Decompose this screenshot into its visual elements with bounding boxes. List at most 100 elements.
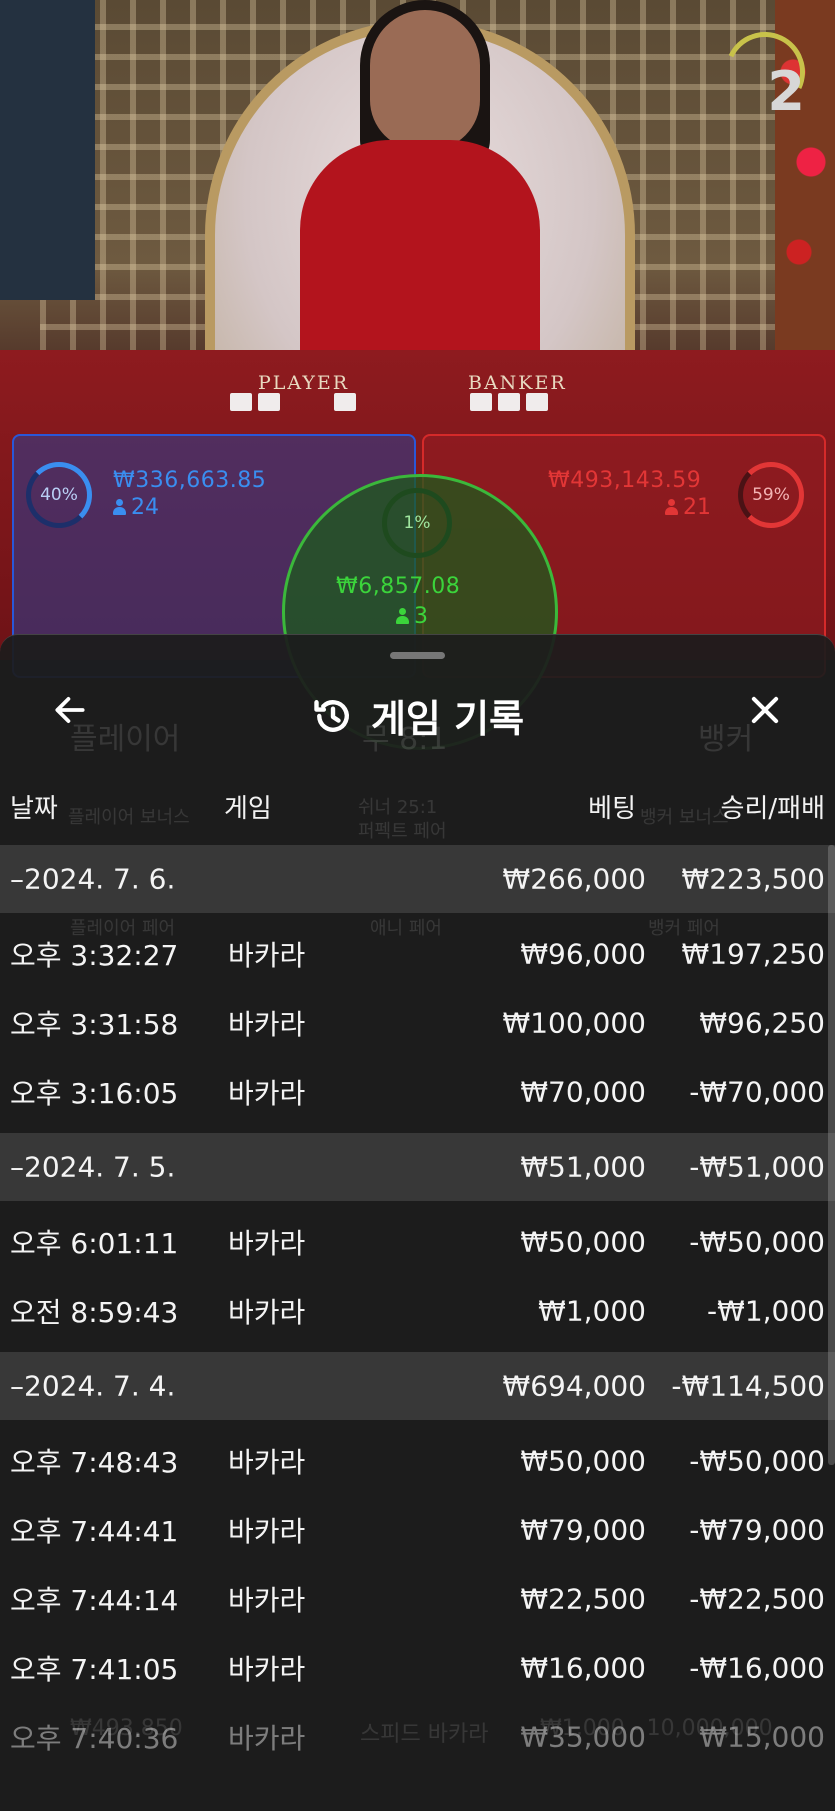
row-result: -₩50,000 [689,1225,825,1259]
row-date: –2024. 7. 5. [10,1150,176,1184]
tie-percent-ring: 1% [382,488,452,558]
row-result: ₩96,250 [699,1006,825,1040]
row-bet: ₩96,000 [520,937,646,971]
row-bet: ₩70,000 [520,1075,646,1109]
column-header-bet: 베팅 [588,794,636,824]
column-header-date: 날짜 [10,794,58,824]
banker-total-amount: ₩493,143.59 [548,468,702,493]
round-number: 2 [767,60,805,123]
close-icon [751,696,779,724]
row-game: 바카라 [228,1008,306,1041]
row-date: –2024. 7. 6. [10,862,176,896]
row-result: -₩22,500 [689,1582,825,1616]
history-row: 오후 3:31:58 바카라 ₩100,000 ₩96,250 [0,989,835,1057]
banker-card [498,393,520,411]
row-game: 바카라 [228,1077,306,1110]
page-title: 게임 기록 [370,697,525,741]
dealer-head [370,10,480,150]
dealer-figure [300,140,540,380]
row-date: 오후 7:44:41 [10,1515,179,1548]
banker-count-value: 21 [683,495,711,520]
row-date: –2024. 7. 4. [10,1369,176,1403]
history-row: 오후 3:16:05 바카라 ₩70,000 -₩70,000 [0,1058,835,1126]
tie-total-amount: ₩6,857.08 [336,574,461,599]
history-row: 오전 8:59:43 바카라 ₩1,000 -₩1,000 [0,1277,835,1345]
row-bet: ₩51,000 [520,1150,646,1184]
tie-count-value: 3 [414,604,428,629]
row-result: -₩79,000 [689,1513,825,1547]
player-count-value: 24 [131,495,159,520]
row-bet: ₩50,000 [520,1444,646,1478]
row-date: 오전 8:59:43 [10,1296,179,1329]
row-result: -₩51,000 [689,1150,825,1184]
date-group-row[interactable]: –2024. 7. 4. ₩694,000 -₩114,500 [0,1352,835,1420]
left-dealer-figure [0,0,95,300]
player-bettor-count: 24 [113,495,159,520]
row-bet: ₩35,000 [520,1720,646,1754]
row-date: 오후 3:32:27 [10,939,179,972]
row-game: 바카라 [228,1722,306,1755]
row-bet: ₩16,000 [520,1651,646,1685]
scrollbar[interactable] [828,845,835,1465]
ghost-banker-bonus: 뱅커 보너스 [640,807,729,828]
sheet-header: 게임 기록 [0,688,835,743]
history-row: 오후 7:44:14 바카라 ₩22,500 -₩22,500 [0,1565,835,1633]
ghost-either-pair: 쉬너 25:1 [358,797,438,818]
history-row: 오후 7:44:41 바카라 ₩79,000 -₩79,000 [0,1496,835,1564]
row-bet: ₩694,000 [502,1369,646,1403]
row-game: 바카라 [228,939,306,972]
row-result: ₩223,500 [681,862,825,896]
row-date: 오후 7:48:43 [10,1446,179,1479]
row-date: 오후 3:16:05 [10,1077,179,1110]
person-icon [396,608,409,624]
row-result: ₩197,250 [681,937,825,971]
row-bet: ₩79,000 [520,1513,646,1547]
row-game: 바카라 [228,1296,306,1329]
ghost-perfect-pair: 퍼펙트 페어 [358,821,447,842]
row-date: 오후 7:41:05 [10,1653,179,1686]
row-date: 오후 3:31:58 [10,1008,179,1041]
player-card [230,393,252,411]
banker-percent-ring: 59% [738,462,804,528]
banker-card [470,393,492,411]
person-icon [113,499,126,515]
close-button[interactable] [735,680,795,740]
person-icon [665,499,678,515]
row-result: -₩114,500 [671,1369,825,1403]
banker-card [526,393,548,411]
sheet-drag-handle[interactable] [390,652,445,659]
row-game: 바카라 [228,1515,306,1548]
history-row: 오후 3:32:27 바카라 ₩96,000 ₩197,250 [0,920,835,988]
table-label-banker: BANKER [468,372,567,394]
row-result: ₩15,000 [699,1720,825,1754]
row-bet: ₩50,000 [520,1225,646,1259]
row-date: 오후 7:40:36 [10,1722,179,1755]
row-game: 바카라 [228,1653,306,1686]
column-header-game: 게임 [224,794,272,824]
row-bet: ₩22,500 [520,1582,646,1616]
row-game: 바카라 [228,1446,306,1479]
ghost-player-bonus: 플레이어 보너스 [68,807,190,828]
history-row: 오후 7:40:36 바카라 ₩35,000 ₩15,000 [0,1703,835,1771]
history-icon [311,694,355,738]
date-group-row[interactable]: –2024. 7. 6. ₩266,000 ₩223,500 [0,845,835,913]
row-game: 바카라 [228,1584,306,1617]
player-total-amount: ₩336,663.85 [113,468,267,493]
row-result: -₩70,000 [689,1075,825,1109]
player-card [258,393,280,411]
tie-bettor-count: 3 [396,604,428,629]
column-header-result: 승리/패배 [720,794,825,824]
table-label-player: PLAYER [258,372,350,394]
history-row: 오후 7:41:05 바카라 ₩16,000 -₩16,000 [0,1634,835,1702]
banker-bettor-count: 21 [665,495,711,520]
row-result: -₩50,000 [689,1444,825,1478]
row-bet: ₩1,000 [538,1294,646,1328]
row-bet: ₩100,000 [502,1006,646,1040]
row-bet: ₩266,000 [502,862,646,896]
player-card [334,393,356,411]
player-percent-ring: 40% [26,462,92,528]
date-group-row[interactable]: –2024. 7. 5. ₩51,000 -₩51,000 [0,1133,835,1201]
row-game: 바카라 [228,1227,306,1260]
history-row: 오후 7:48:43 바카라 ₩50,000 -₩50,000 [0,1427,835,1495]
row-date: 오후 6:01:11 [10,1227,179,1260]
